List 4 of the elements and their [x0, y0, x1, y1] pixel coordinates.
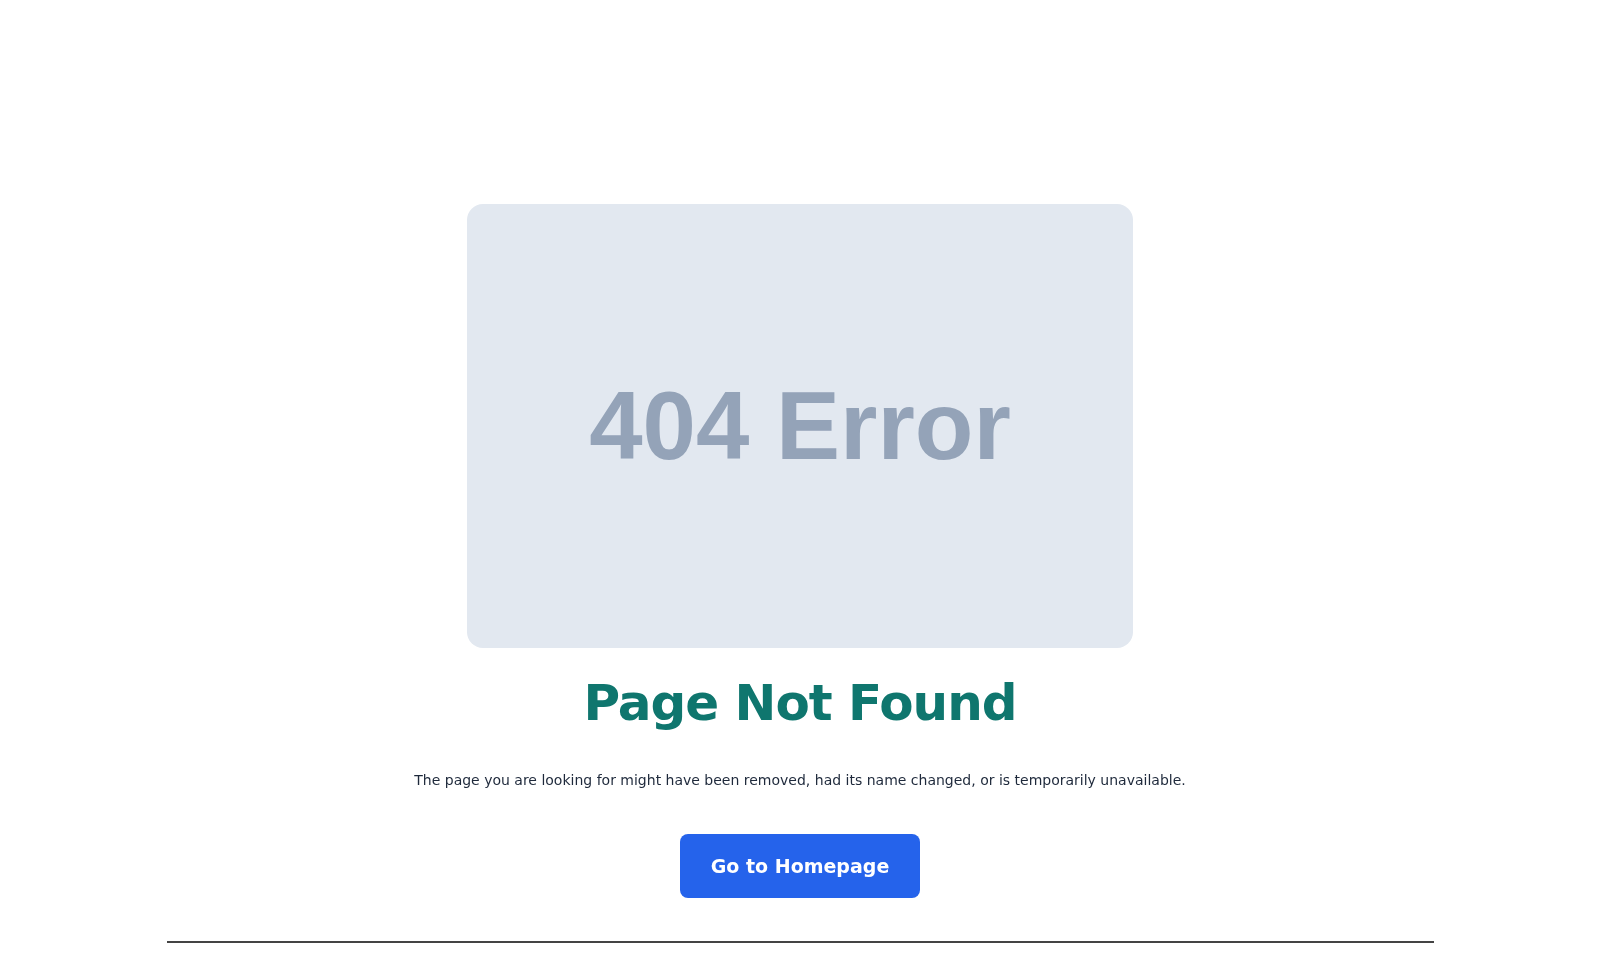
page-title: Page Not Found: [583, 673, 1017, 734]
error-code-text: 404 Error: [589, 371, 1011, 481]
homepage-button[interactable]: Go to Homepage: [680, 834, 920, 898]
error-message: The page you are looking for might have been removed, had its name changed, or is temporarily unavailable.: [414, 771, 1186, 790]
